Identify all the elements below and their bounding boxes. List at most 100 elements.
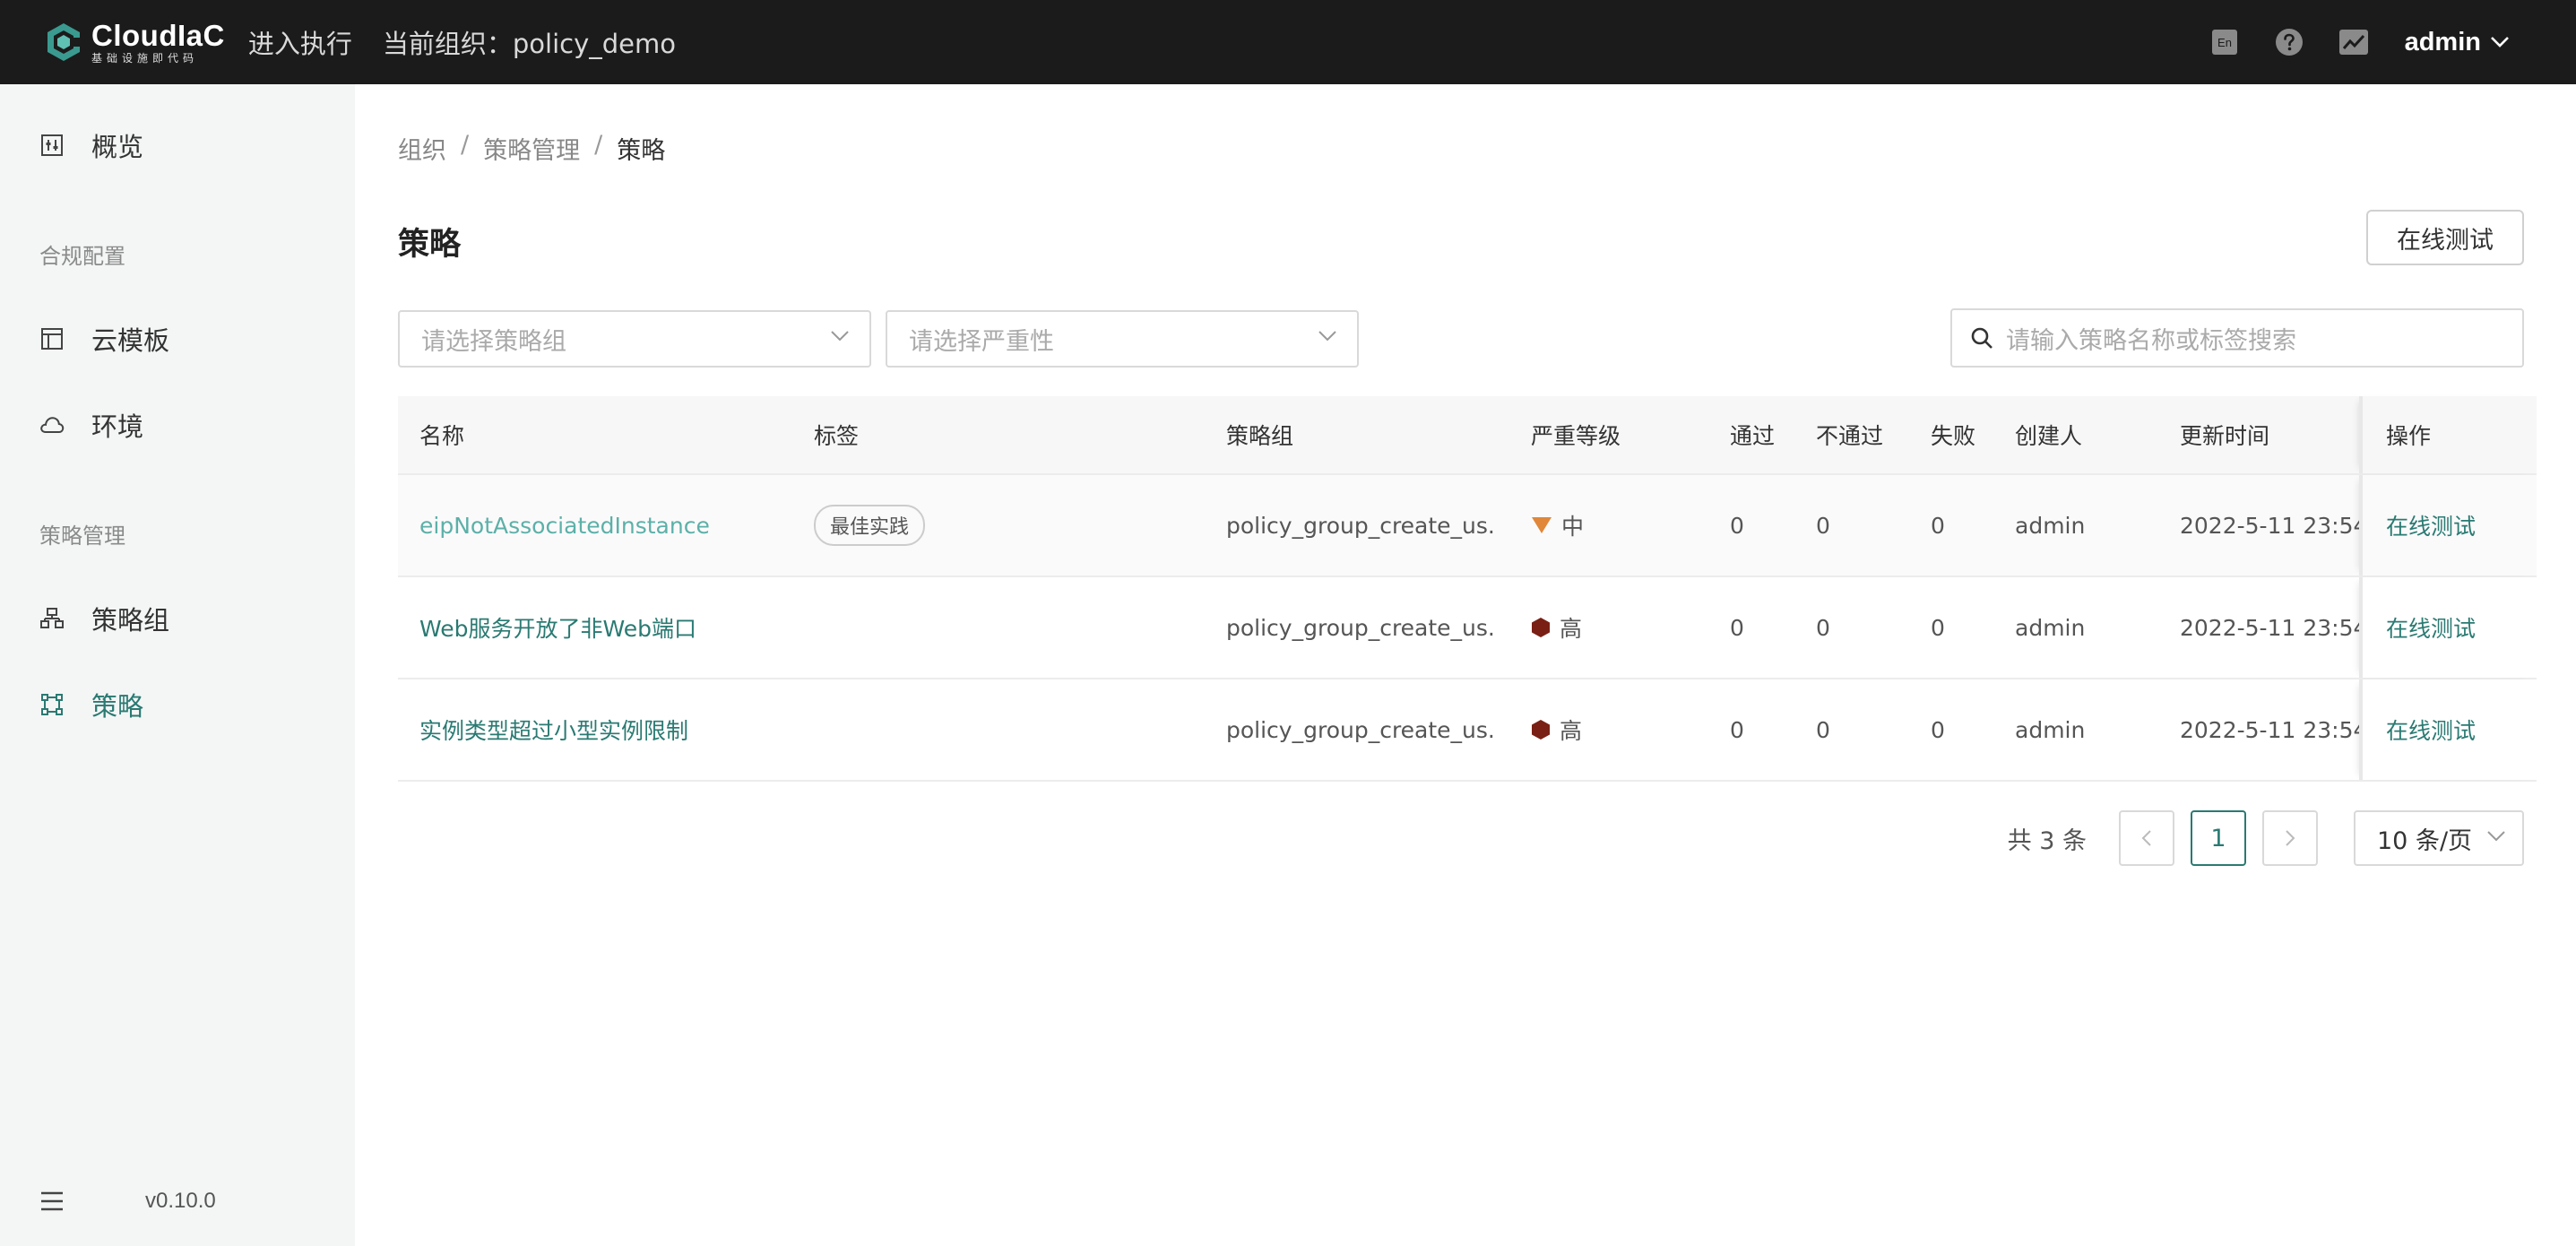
logo[interactable]: CloudIaC 基础设施即代码 [39, 18, 225, 66]
sidebar-item-label: 策略组 [91, 605, 170, 636]
online-test-link[interactable]: 在线测试 [2359, 577, 2537, 678]
pass-count: 0 [1730, 716, 1744, 743]
updated-time: 2022-5-11 23:54 [2180, 716, 2359, 743]
enter-exec-link[interactable]: 进入执行 [248, 23, 352, 61]
severity-label: 高 [1560, 718, 1583, 744]
policy-group-select[interactable]: 请选择策略组 [398, 310, 871, 368]
tag-cell [814, 577, 1208, 678]
sidebar-item-policy[interactable]: 策略 [0, 673, 355, 736]
fail-count: 0 [1816, 512, 1830, 539]
severity-cell: 中 [1531, 475, 1710, 575]
next-page-button[interactable] [2262, 810, 2318, 866]
current-org-label: 当前组织： [382, 29, 513, 59]
main-content: 组织 / 策略管理 / 策略 策略 在线测试 请选择策略组 请选择严重性 请输入… [355, 84, 2576, 1246]
menu-collapse-icon[interactable] [39, 1187, 68, 1216]
policy-name-link[interactable]: eipNotAssociatedInstance [419, 475, 805, 575]
user-menu[interactable]: admin [2405, 28, 2510, 57]
menu-group-compliance: 合规配置 [39, 244, 125, 269]
search-placeholder: 请输入策略名称或标签搜索 [2006, 326, 2296, 355]
tag-badge: 最佳实践 [814, 505, 926, 546]
column-header-group: 策略组 [1226, 423, 1294, 449]
sidebar: 概览 合规配置 云模板 环境 策略管理 策略组 策略 v0.10.0 [0, 84, 355, 1246]
online-test-button[interactable]: 在线测试 [2366, 210, 2524, 265]
page-title: 策略 [398, 227, 462, 263]
logo-name: CloudIaC [91, 19, 225, 52]
chevron-down-icon [2487, 831, 2505, 842]
breadcrumb-separator: / [461, 131, 470, 159]
column-header-creator: 创建人 [2015, 423, 2083, 449]
updated-time: 2022-5-11 23:54 [2180, 614, 2359, 641]
breadcrumb-org[interactable]: 组织 [398, 131, 446, 166]
version-label: v0.10.0 [145, 1189, 216, 1213]
policy-group-cell: policy_group_create_us... [1226, 512, 1495, 539]
help-icon[interactable] [2274, 27, 2304, 57]
total-count: 共 3 条 [2007, 826, 2087, 855]
current-org-name: policy_demo [512, 29, 676, 59]
policy-table: 名称 标签 策略组 严重等级 通过 不通过 失败 创建人 更新时间 操作 eip… [398, 396, 2537, 782]
column-header-name: 名称 [419, 423, 465, 449]
policy-group-select-placeholder: 请选择策略组 [421, 327, 566, 356]
policy-group-cell: policy_group_create_us... [1226, 716, 1495, 743]
sidebar-item-label: 云模板 [91, 325, 170, 356]
language-icon[interactable]: En [2209, 27, 2240, 57]
column-header-error: 失败 [1931, 423, 1976, 449]
fail-count: 0 [1816, 716, 1830, 743]
table-row: eipNotAssociatedInstance 最佳实践 policy_gro… [398, 475, 2537, 577]
page-size-select[interactable]: 10 条/页 [2354, 810, 2524, 866]
severity-select[interactable]: 请选择严重性 [886, 310, 1359, 368]
severity-select-placeholder: 请选择严重性 [909, 327, 1054, 356]
page-button-current[interactable]: 1 [2191, 810, 2246, 866]
breadcrumb: 组织 / 策略管理 / 策略 [398, 131, 665, 166]
online-test-link[interactable]: 在线测试 [2359, 679, 2537, 780]
breadcrumb-separator: / [594, 131, 603, 159]
prev-page-button[interactable] [2119, 810, 2174, 866]
sidebar-item-environment[interactable]: 环境 [0, 394, 355, 456]
trend-chart-icon[interactable] [2338, 27, 2369, 57]
policy-name-link[interactable]: Web服务开放了非Web端口 [419, 577, 805, 678]
column-header-action: 操作 [2359, 396, 2537, 473]
cloudiac-logo-icon [48, 23, 80, 61]
search-input[interactable]: 请输入策略名称或标签搜索 [1950, 308, 2524, 368]
sidebar-item-cloud-template[interactable]: 云模板 [0, 307, 355, 370]
policy-name-link[interactable]: 实例类型超过小型实例限制 [419, 679, 805, 780]
language-icon-text: En [2217, 36, 2232, 49]
cloud-icon [39, 412, 65, 437]
column-header-severity: 严重等级 [1531, 423, 1621, 449]
pass-count: 0 [1730, 614, 1744, 641]
tag-cell: 最佳实践 [814, 475, 1208, 575]
table-header: 名称 标签 策略组 严重等级 通过 不通过 失败 创建人 更新时间 操作 [398, 396, 2537, 475]
error-count: 0 [1931, 716, 1945, 743]
online-test-link[interactable]: 在线测试 [2359, 475, 2537, 575]
chevron-right-icon [2286, 830, 2295, 846]
severity-high-icon [1531, 617, 1551, 638]
chevron-left-icon [2141, 830, 2151, 846]
column-header-pass: 通过 [1730, 423, 1776, 449]
sidebar-item-label: 环境 [91, 411, 144, 442]
sidebar-item-overview[interactable]: 概览 [0, 114, 355, 177]
policy-group-icon [39, 606, 65, 631]
page-size-value: 10 条/页 [2377, 826, 2473, 855]
chevron-down-icon [2491, 37, 2509, 48]
pagination: 共 3 条 1 10 条/页 [2008, 810, 2524, 866]
dashboard-icon [39, 133, 65, 158]
table-row: Web服务开放了非Web端口 policy_group_create_us...… [398, 577, 2537, 679]
current-org[interactable]: 当前组织：policy_demo [383, 23, 676, 61]
menu-group-policy: 策略管理 [39, 523, 125, 549]
breadcrumb-policy-management[interactable]: 策略管理 [483, 131, 580, 166]
updated-time: 2022-5-11 23:54 [2180, 512, 2359, 539]
sidebar-item-policy-group[interactable]: 策略组 [0, 587, 355, 650]
severity-medium-icon [1531, 515, 1552, 535]
logo-subtitle: 基础设施即代码 [91, 52, 199, 65]
username: admin [2404, 27, 2481, 56]
tag-cell [814, 679, 1208, 780]
pass-count: 0 [1730, 512, 1744, 539]
sidebar-item-label: 概览 [91, 132, 144, 162]
creator: admin [2015, 716, 2086, 743]
error-count: 0 [1931, 512, 1945, 539]
chevron-down-icon [831, 331, 849, 342]
chevron-down-icon [1318, 331, 1336, 342]
top-bar: CloudIaC 基础设施即代码 进入执行 当前组织：policy_demo E… [0, 0, 2576, 84]
sidebar-item-label: 策略 [91, 691, 144, 722]
breadcrumb-current: 策略 [617, 137, 666, 165]
fail-count: 0 [1816, 614, 1830, 641]
